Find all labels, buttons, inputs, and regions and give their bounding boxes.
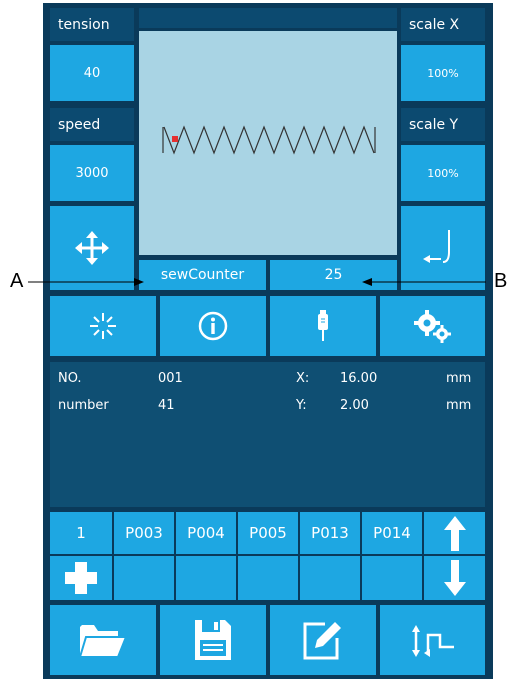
speed-label: speed — [50, 108, 134, 141]
number-label: number — [58, 398, 109, 413]
no-label: NO. — [58, 371, 82, 386]
info-icon — [198, 311, 228, 341]
save-icon — [195, 620, 231, 660]
needle-return-icon — [423, 230, 450, 263]
x-unit: mm — [446, 371, 472, 386]
scale-x-label: scale X — [401, 8, 485, 41]
sparkle-icon — [90, 313, 116, 339]
scroll-up-button[interactable] — [424, 512, 485, 554]
origin-return-icon — [411, 625, 454, 657]
callout-a-label: A — [10, 270, 24, 292]
edit-icon — [303, 622, 341, 660]
folder-icon — [78, 625, 128, 658]
no-value: 001 — [158, 371, 183, 386]
x-value: 16.00 — [340, 371, 378, 386]
pattern-item[interactable]: P004 — [176, 512, 236, 554]
scale-y-value-button[interactable]: 100% — [401, 145, 485, 201]
tension-value-button[interactable]: 40 — [50, 45, 134, 101]
tension-label: tension — [50, 8, 134, 41]
pattern-preview[interactable] — [139, 31, 397, 255]
stitch-pattern-graphic — [162, 125, 376, 155]
y-unit: mm — [446, 398, 472, 413]
save-button[interactable] — [160, 605, 266, 675]
callout-b-label: B — [494, 270, 508, 292]
number-value: 41 — [158, 398, 175, 413]
pattern-item[interactable]: P014 — [362, 512, 422, 554]
plus-icon — [65, 562, 97, 594]
preview-header-bar — [139, 8, 397, 28]
empty-pattern-slot[interactable] — [300, 556, 360, 600]
callout-a-arrow — [28, 278, 144, 286]
scroll-down-button[interactable] — [424, 556, 485, 600]
speed-value-button[interactable]: 3000 — [50, 145, 134, 201]
selected-pattern-number[interactable]: 1 — [50, 512, 112, 554]
open-file-button[interactable] — [50, 605, 156, 675]
pattern-item[interactable]: P003 — [114, 512, 174, 554]
empty-pattern-slot[interactable] — [114, 556, 174, 600]
pattern-item[interactable]: P013 — [300, 512, 360, 554]
empty-pattern-slot[interactable] — [362, 556, 422, 600]
x-label: X: — [296, 371, 310, 386]
scale-x-value-button[interactable]: 100% — [401, 45, 485, 101]
pattern-info-panel: NO. 001 X: 16.00 mm number 41 Y: 2.00 mm — [50, 362, 485, 507]
edit-button[interactable] — [270, 605, 376, 675]
pattern-item[interactable]: P005 — [238, 512, 298, 554]
empty-pattern-slot[interactable] — [176, 556, 236, 600]
thread-icon — [318, 310, 328, 341]
scale-y-label: scale Y — [401, 108, 485, 141]
empty-pattern-slot[interactable] — [238, 556, 298, 600]
arrow-up-icon — [443, 516, 466, 551]
sew-counter-label: sewCounter — [139, 260, 266, 290]
gears-icon — [413, 310, 451, 343]
arrow-down-icon — [443, 560, 466, 596]
thread-button[interactable] — [270, 296, 376, 356]
origin-return-button[interactable] — [380, 605, 485, 675]
settings-button[interactable] — [380, 296, 485, 356]
sparkle-button[interactable] — [50, 296, 156, 356]
info-button[interactable] — [160, 296, 266, 356]
add-pattern-button[interactable] — [50, 556, 112, 600]
y-label: Y: — [296, 398, 307, 413]
current-stitch-marker — [172, 136, 178, 142]
move-arrows-icon — [75, 231, 109, 265]
y-value: 2.00 — [340, 398, 369, 413]
callout-b-arrow — [362, 278, 486, 286]
